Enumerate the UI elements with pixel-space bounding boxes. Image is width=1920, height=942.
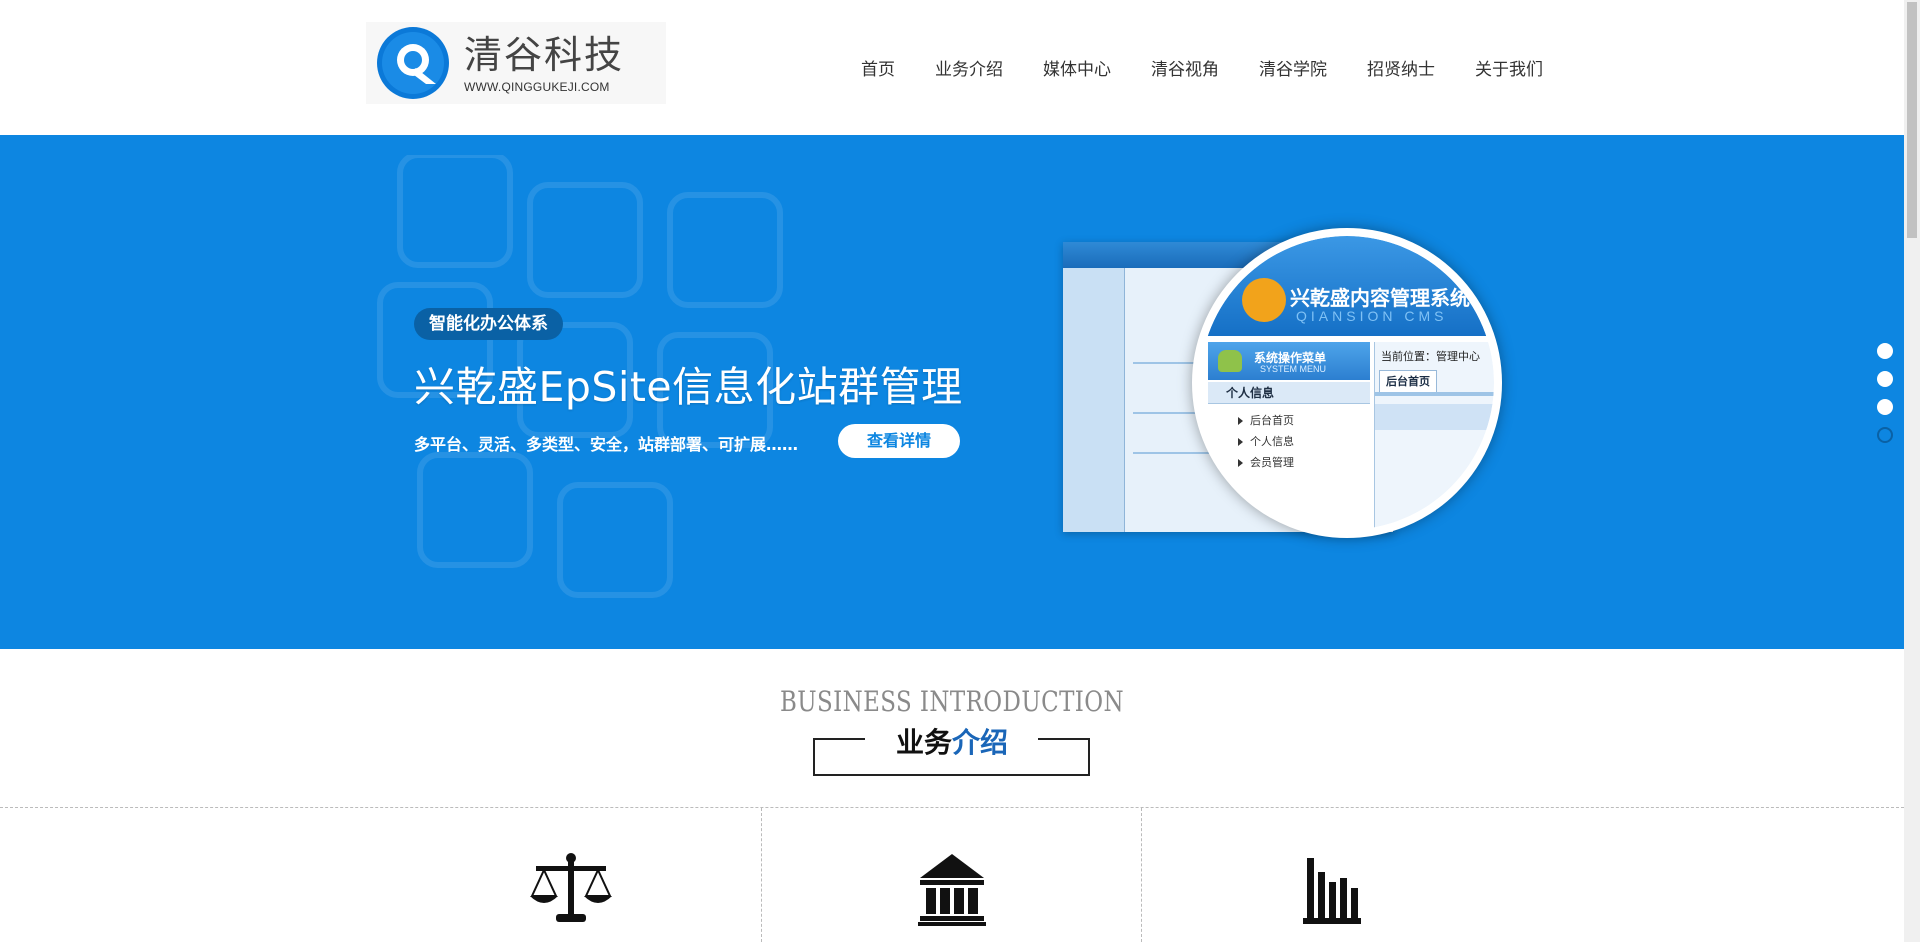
section-title-cn-b: 介绍	[952, 726, 1009, 759]
cms-menu-item: 个人信息	[1250, 435, 1294, 448]
cms-subtitle: QIANSION CMS	[1296, 308, 1448, 324]
scales-icon	[530, 853, 612, 922]
cms-content-area: 当前位置：管理中心 后台首页	[1374, 342, 1494, 530]
nav-item-about[interactable]: 关于我们	[1475, 55, 1543, 80]
logo-q-icon	[376, 26, 450, 100]
arrow-right-icon	[1238, 417, 1243, 425]
site-header: 清谷科技 WWW.QINGGUKEJI.COM 首页 业务介绍 媒体中心 清谷视…	[0, 0, 1904, 135]
column-divider	[761, 808, 762, 942]
banner-subline: 多平台、灵活、多类型、安全，站群部署、可扩展……	[414, 435, 799, 454]
column-divider	[1141, 808, 1142, 942]
slider-dots	[1877, 343, 1893, 455]
nav-item-careers[interactable]: 招贤纳士	[1367, 55, 1435, 80]
page-scrollbar[interactable]	[1904, 0, 1920, 942]
nav-item-business[interactable]: 业务介绍	[935, 55, 1003, 80]
page: 清谷科技 WWW.QINGGUKEJI.COM 首页 业务介绍 媒体中心 清谷视…	[0, 0, 1920, 942]
slide-dot-3[interactable]	[1877, 399, 1893, 415]
cms-breadcrumb: 当前位置：管理中心	[1381, 350, 1480, 363]
banner-headline: 兴乾盛EpSite信息化站群管理	[414, 363, 963, 411]
section-divider	[0, 807, 1904, 808]
section-title-cn: 业务介绍	[0, 721, 1904, 761]
logo[interactable]: 清谷科技 WWW.QINGGUKEJI.COM	[366, 22, 666, 104]
bank-icon	[918, 854, 986, 926]
cms-menu-sub: SYSTEM MENU	[1260, 364, 1327, 374]
cms-logo-icon	[1242, 278, 1286, 322]
hero-banner: 智能化办公体系 兴乾盛EpSite信息化站群管理 多平台、灵活、多类型、安全，站…	[0, 135, 1904, 649]
arrow-right-icon	[1238, 459, 1243, 467]
cms-menu-item: 后台首页	[1250, 414, 1294, 427]
bar-chart-icon	[1303, 858, 1361, 924]
nav-item-academy[interactable]: 清谷学院	[1259, 55, 1327, 80]
slide-dot-4[interactable]	[1877, 427, 1893, 443]
logo-url: WWW.QINGGUKEJI.COM	[464, 80, 610, 94]
logo-name: 清谷科技	[464, 33, 625, 77]
nav-item-home[interactable]: 首页	[861, 55, 895, 80]
cms-menu-section: 个人信息	[1208, 382, 1370, 404]
main-nav: 首页 业务介绍 媒体中心 清谷视角 清谷学院 招贤纳士 关于我们	[861, 55, 1543, 80]
cms-title: 兴乾盛内容管理系统	[1290, 286, 1470, 310]
section-title-cn-a: 业务	[895, 726, 952, 759]
nav-item-perspective[interactable]: 清谷视角	[1151, 55, 1219, 80]
view-details-button[interactable]: 查看详情	[838, 424, 960, 458]
cms-menu-header: 系统操作菜单 SYSTEM MENU	[1208, 342, 1370, 380]
cms-menu-item: 会员管理	[1250, 456, 1294, 469]
section-title-en: BUSINESS INTRODUCTION	[779, 685, 1125, 718]
nav-item-media[interactable]: 媒体中心	[1043, 55, 1111, 80]
arrow-right-icon	[1238, 438, 1243, 446]
cms-tab: 后台首页	[1379, 370, 1437, 392]
magnified-screenshot: 兴乾盛内容管理系统 QIANSION CMS 系统操作菜单 SYSTEM MEN…	[1192, 228, 1502, 538]
slide-dot-2[interactable]	[1877, 371, 1893, 387]
banner-tag: 智能化办公体系	[414, 308, 563, 340]
user-icon	[1218, 350, 1242, 372]
scroll-thumb[interactable]	[1907, 2, 1917, 238]
slide-dot-1[interactable]	[1877, 343, 1893, 359]
